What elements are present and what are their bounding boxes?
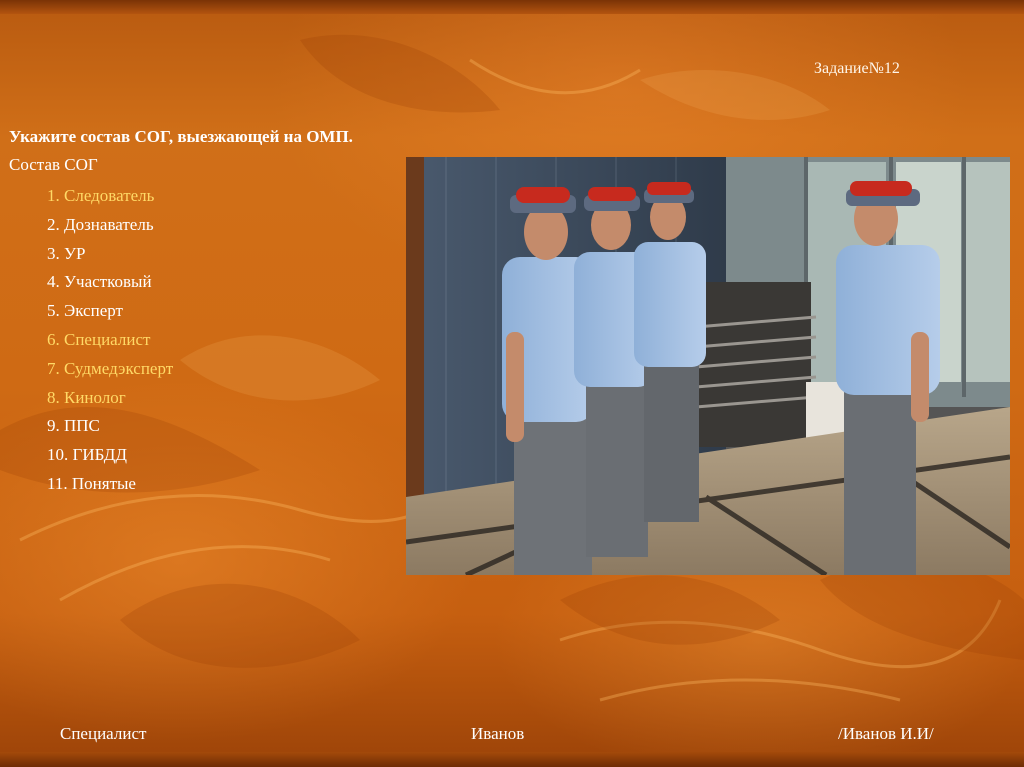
footer-role: Специалист: [60, 724, 147, 743]
footer-surname: Иванов: [471, 724, 525, 743]
list-title: Состав СОГ: [9, 155, 98, 174]
list-item: 4. Участковый: [47, 272, 152, 292]
police-officers-photo: [406, 157, 1010, 575]
list-item: 8. Кинолог: [47, 387, 126, 407]
list-item: 2. Дознаватель: [47, 214, 154, 234]
footer-signature: /Иванов И.И/: [838, 724, 934, 743]
list-item: 5. Эксперт: [47, 301, 123, 321]
list-item: 1. Следователь: [47, 186, 155, 205]
task-number: Задание№12: [814, 60, 900, 77]
list-item: 7. Судмедэксперт: [47, 358, 174, 378]
top-border: [0, 0, 1024, 14]
list-item: 10. ГИБДД: [47, 445, 127, 465]
question-heading: Укажите состав СОГ, выезжающей на ОМП.: [9, 127, 353, 146]
list-item: 6. Специалист: [47, 329, 151, 349]
list-item: 11. Понятые: [47, 473, 136, 493]
list-item: 9. ППС: [47, 416, 100, 436]
bottom-border: [0, 752, 1024, 767]
list-item: 3. УР: [47, 243, 86, 263]
sog-members-list: 1. Следователь 2. Дознаватель 3. УР 4. У…: [47, 182, 173, 499]
